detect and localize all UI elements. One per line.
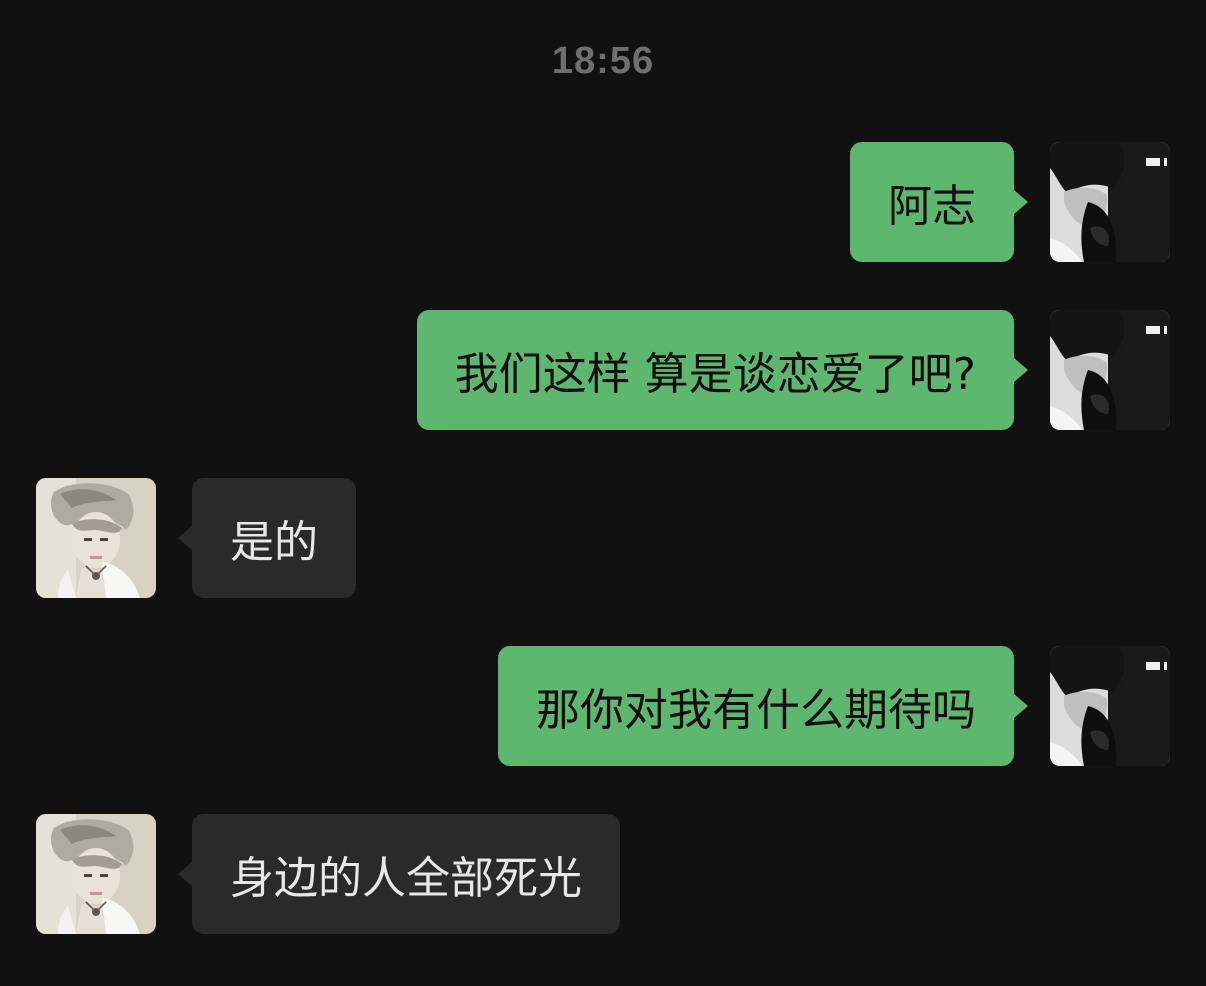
bubble-tail [178,525,193,551]
bubble-tail [178,861,193,887]
dark-haired-man-avatar-icon[interactable] [1050,646,1170,766]
message-text: 阿志 [888,181,976,232]
message-row-incoming: 是的 [0,478,1206,598]
message-bubble-outgoing[interactable]: 那你对我有什么期待吗 [498,646,1014,766]
message-text: 那你对我有什么期待吗 [536,685,976,736]
message-text: 是的 [230,517,318,568]
dark-haired-man-avatar-icon[interactable] [1050,142,1170,262]
message-text: 身边的人全部死光 [230,853,582,904]
message-row-outgoing: 阿志 [0,142,1206,262]
message-bubble-outgoing[interactable]: 我们这样 算是谈恋爱了吧? [416,310,1014,430]
message-timestamp: 18:56 [551,40,655,82]
silver-haired-man-avatar-icon[interactable] [36,478,156,598]
message-row-outgoing: 我们这样 算是谈恋爱了吧? [0,310,1206,430]
chat-screen: 18:56 阿志 我们这样 算是谈恋爱了吧? 是的 那你对我有什么期待吗 身边的… [0,0,1206,986]
bubble-tail [1013,189,1028,215]
bubble-tail [1013,357,1028,383]
bubble-tail [1013,693,1028,719]
message-row-incoming: 身边的人全部死光 [0,814,1206,934]
message-bubble-incoming[interactable]: 是的 [192,478,356,598]
message-text: 我们这样 算是谈恋爱了吧? [454,349,976,400]
message-row-outgoing: 那你对我有什么期待吗 [0,646,1206,766]
message-bubble-outgoing[interactable]: 阿志 [850,142,1014,262]
dark-haired-man-avatar-icon[interactable] [1050,310,1170,430]
message-bubble-incoming[interactable]: 身边的人全部死光 [192,814,620,934]
silver-haired-man-avatar-icon[interactable] [36,814,156,934]
